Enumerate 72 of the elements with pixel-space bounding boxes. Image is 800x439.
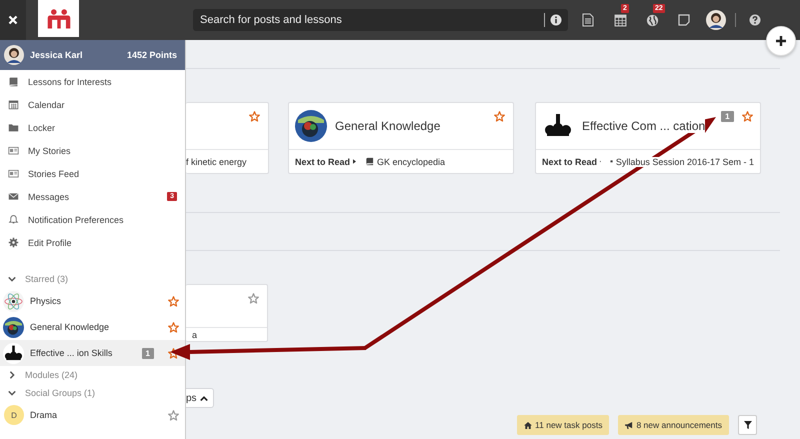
chevron-right-icon	[8, 371, 16, 379]
next-to-read-label: Next to Read	[542, 156, 598, 166]
points-count: 1452 Points	[126, 50, 177, 60]
logo-icon	[46, 8, 72, 30]
lesson-link[interactable]: Syllabus Session 2016-17 Sem - 1	[616, 156, 754, 166]
add-button[interactable]	[766, 26, 796, 56]
search-field[interactable]: Search for posts and lessons	[193, 9, 568, 31]
chevron-down-icon	[8, 389, 16, 397]
bell-icon	[8, 214, 19, 225]
lesson-card[interactable]: a	[186, 284, 268, 342]
lesson-card[interactable]: f kinetic energy	[186, 102, 269, 174]
star-icon[interactable]	[168, 296, 179, 306]
section-header[interactable]: Modules (24)	[0, 366, 185, 384]
globe-icon[interactable]	[646, 14, 658, 26]
section-header[interactable]: Starred (3)	[0, 270, 185, 288]
sidebar-item[interactable]: Effective ... ion Skills 1	[0, 340, 185, 366]
star-icon[interactable]	[168, 348, 179, 358]
menu-item[interactable]: Calendar	[0, 93, 185, 116]
plus-icon	[775, 35, 787, 47]
avatar-icon	[4, 45, 24, 65]
count-badge: 1	[721, 111, 734, 122]
next-to-read-label: Next to Read	[295, 156, 350, 166]
lesson-card[interactable]: Effective Com ... cation 1 Next to Read Syllabus Session 2016-17 Sem - 1	[535, 102, 761, 174]
menu-item[interactable]: Edit Profile	[0, 231, 185, 254]
collapse-button[interactable]: ps	[186, 388, 214, 408]
card-title: General Knowledge	[335, 119, 440, 133]
calendar-icon	[8, 99, 19, 110]
help-icon[interactable]	[749, 14, 761, 26]
close-icon	[8, 15, 18, 25]
lesson-card[interactable]: General Knowledge Next to Read GK encyclopedia	[288, 102, 514, 174]
close-button[interactable]	[0, 0, 26, 40]
user-name: Jessica Karl	[30, 50, 84, 60]
menu-item[interactable]: Notification Preferences	[0, 208, 185, 231]
menu-item[interactable]: My Stories	[0, 139, 185, 162]
settings-icon	[8, 237, 19, 248]
star-icon[interactable]	[168, 322, 179, 332]
star-icon[interactable]	[168, 410, 179, 420]
card-title: Effective Com ... cation	[582, 119, 706, 133]
id-card-icon	[8, 145, 19, 156]
chevron-down-icon	[8, 275, 16, 283]
menu-item[interactable]: Lessons for Interests	[0, 70, 185, 93]
star-icon[interactable]	[494, 111, 505, 122]
star-icon[interactable]	[248, 293, 259, 304]
filter-button[interactable]	[738, 415, 757, 435]
menu-item[interactable]: Locker	[0, 116, 185, 139]
sidebar-item[interactable]: General Knowledge	[0, 314, 185, 340]
avatar-icon[interactable]	[706, 10, 726, 30]
star-icon[interactable]	[249, 111, 260, 122]
notification-chip[interactable]: 11 new task posts	[517, 415, 610, 435]
star-icon[interactable]	[742, 111, 753, 122]
chevron-up-icon	[200, 396, 208, 400]
user-header[interactable]: Jessica Karl 1452 Points	[0, 40, 185, 70]
menu-item[interactable]: Stories Feed	[0, 162, 185, 185]
sidebar-item[interactable]: D Drama	[0, 402, 185, 428]
avatar-letter: D	[4, 405, 24, 425]
lesson-link[interactable]: GK encyclopedia	[377, 156, 446, 166]
logo[interactable]	[38, 0, 79, 37]
notification-chip[interactable]: 8 new announcements	[618, 415, 729, 435]
calendar-icon[interactable]	[614, 13, 626, 27]
lesson-link[interactable]: f kinetic energy	[186, 156, 247, 166]
section-header[interactable]: Social Groups (1)	[0, 384, 185, 402]
note-icon[interactable]	[678, 14, 690, 26]
id-card-icon	[8, 168, 19, 179]
bullhorn-icon	[625, 422, 634, 428]
folder-icon	[8, 122, 19, 133]
home-icon	[524, 422, 532, 428]
count-badge: 1	[142, 348, 154, 358]
document-icon[interactable]	[582, 13, 594, 27]
envelope-icon	[8, 191, 19, 202]
info-icon[interactable]	[550, 14, 562, 26]
filter-icon	[744, 421, 752, 429]
sidebar-item[interactable]: Physics	[0, 288, 185, 314]
